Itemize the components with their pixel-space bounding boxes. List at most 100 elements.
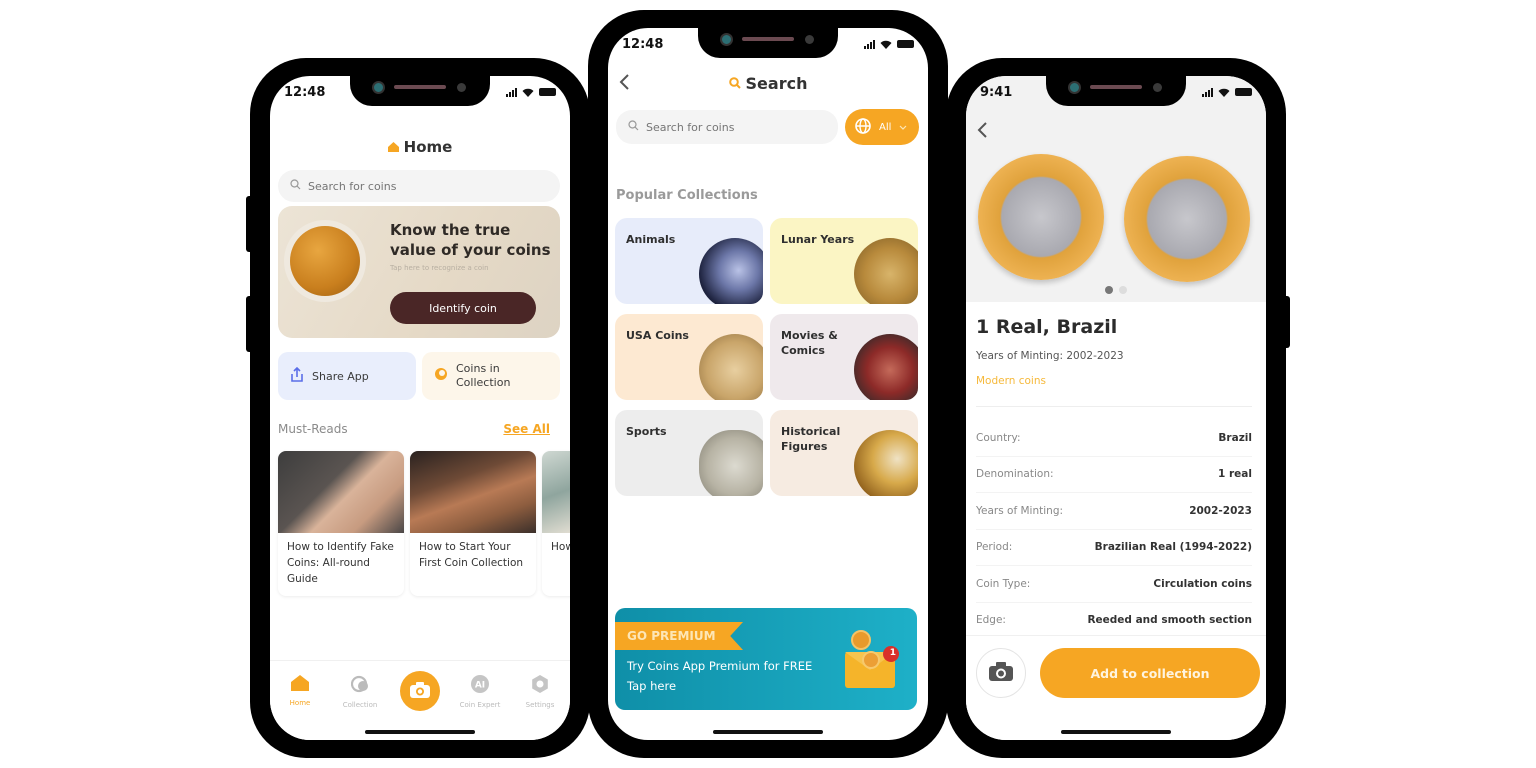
home-icon [291, 675, 309, 693]
search-screen: 12:48 Search All [608, 28, 928, 740]
gold-coin-image [290, 226, 360, 296]
collection-lunar-years[interactable]: Lunar Years [770, 218, 918, 304]
article-image [410, 451, 536, 533]
coin-properties: Country: Brazil Denomination: 1 real Years… [976, 420, 1252, 639]
envelope-coins-icon: 1 [841, 630, 903, 688]
premium-ribbon: GO PREMIUM [615, 622, 743, 650]
coin-obverse-image [978, 154, 1104, 280]
ai-icon: AI [471, 675, 489, 695]
home-indicator [1061, 730, 1171, 734]
signal-icon [506, 87, 517, 97]
carousel-dot[interactable] [1119, 286, 1127, 294]
camera-button[interactable] [400, 671, 440, 711]
camera-icon [989, 661, 1013, 685]
tab-camera[interactable] [392, 671, 448, 711]
phone-coin-detail: 9:41 1 Real, Brazil Years of Minting: 20… [946, 58, 1290, 758]
tab-settings[interactable]: Settings [512, 675, 568, 709]
page-title: Search [608, 74, 928, 93]
svg-text:AI: AI [475, 681, 485, 691]
volume-down-button [246, 296, 254, 352]
article-image [542, 451, 570, 533]
notification-badge: 1 [889, 648, 896, 658]
add-to-collection-button[interactable]: Add to collection [1040, 648, 1260, 698]
share-icon [290, 366, 304, 386]
banner-heading: Know the true value of your coins [390, 221, 551, 259]
phone-home: 12:48 Home Know the true value of your c… [246, 58, 590, 758]
article-image [278, 451, 404, 533]
premium-text: Try Coins App Premium for FREE Tap here [627, 659, 813, 693]
must-reads-list: How to Identify Fake Coins: All-round Gu… [278, 451, 570, 596]
article-card[interactable]: How to Start Your First Coin Collection [410, 451, 536, 596]
region-filter-dropdown[interactable]: All [845, 109, 919, 145]
article-card[interactable]: How to w... a c... [542, 451, 570, 596]
app-showcase: 12:48 Home Know the true value of your c… [0, 0, 1536, 768]
search-icon [728, 74, 741, 93]
carousel-dot-active[interactable] [1105, 286, 1113, 294]
chevron-down-icon [899, 122, 907, 133]
coin-category-tag[interactable]: Modern coins [976, 375, 1046, 387]
bottom-tab-bar: Home Collection AI Coin Expert Settings [270, 660, 570, 740]
popular-collections-title: Popular Collections [616, 188, 758, 203]
search-bar[interactable] [278, 170, 560, 202]
collection-sports[interactable]: Sports [615, 410, 763, 496]
tab-coin-expert[interactable]: AI Coin Expert [452, 675, 508, 709]
signal-icon [1202, 87, 1213, 97]
phone-search: 12:48 Search All [588, 10, 948, 758]
banner-subtitle: Tap here to recognize a coin [390, 264, 489, 272]
page-title: Home [270, 138, 570, 156]
search-bar[interactable] [616, 110, 838, 144]
home-indicator [365, 730, 475, 734]
coin-reverse-image [1124, 156, 1250, 282]
back-button[interactable] [976, 120, 988, 145]
search-icon [290, 179, 301, 193]
search-input[interactable] [308, 179, 458, 193]
home-indicator [713, 730, 823, 734]
home-screen: 12:48 Home Know the true value of your c… [270, 76, 570, 740]
volume-up-button [246, 196, 254, 252]
status-time: 12:48 [622, 36, 664, 52]
collection-usa-coins[interactable]: USA Coins [615, 314, 763, 400]
coin-gallery[interactable] [966, 76, 1266, 302]
home-icon [387, 138, 399, 156]
status-time: 9:41 [980, 84, 1013, 100]
wifi-icon [1218, 88, 1230, 97]
collection-historical-figures[interactable]: Historical Figures [770, 410, 918, 496]
coin-title: 1 Real, Brazil [976, 316, 1118, 338]
globe-icon [855, 117, 871, 137]
wifi-icon [880, 40, 892, 49]
status-bar: 12:48 [622, 34, 914, 54]
must-reads-title: Must-Reads [278, 422, 348, 436]
tab-home[interactable]: Home [272, 675, 328, 707]
property-row: Country: Brazil [976, 420, 1252, 457]
detail-screen: 9:41 1 Real, Brazil Years of Minting: 20… [966, 76, 1266, 740]
coin-image [854, 238, 918, 304]
chevron-left-icon [976, 120, 988, 145]
identify-coin-button[interactable]: Identify coin [390, 292, 536, 324]
battery-icon [1235, 88, 1252, 96]
battery-icon [897, 40, 914, 48]
property-row: Denomination: 1 real [976, 457, 1252, 493]
premium-banner[interactable]: GO PREMIUM Try Coins App Premium for FRE… [615, 608, 917, 710]
property-row: Coin Type: Circulation coins [976, 566, 1252, 603]
bottom-actions: Add to collection [966, 635, 1266, 740]
coin-image [699, 430, 763, 496]
article-card[interactable]: How to Identify Fake Coins: All-round Gu… [278, 451, 404, 596]
tab-collection[interactable]: Collection [332, 675, 388, 709]
collections-grid: Animals Lunar Years USA Coins Movies & C… [615, 218, 918, 496]
camera-icon [410, 682, 430, 700]
share-app-button[interactable]: Share App [278, 352, 416, 400]
collection-movies-comics[interactable]: Movies & Comics [770, 314, 918, 400]
identify-banner[interactable]: Know the true value of your coins Tap he… [278, 206, 560, 338]
search-input[interactable] [646, 120, 796, 134]
divider [976, 406, 1252, 407]
see-all-link[interactable]: See All [503, 422, 550, 436]
camera-button[interactable] [976, 648, 1026, 698]
must-reads-header: Must-Reads See All [278, 422, 550, 436]
property-row: Years of Minting: 2002-2023 [976, 493, 1252, 530]
coins-in-collection-button[interactable]: Coins in Collection [422, 352, 560, 400]
collection-animals[interactable]: Animals [615, 218, 763, 304]
battery-icon [539, 88, 556, 96]
signal-icon [864, 39, 875, 49]
coin-image [699, 238, 763, 304]
coins-icon [434, 367, 448, 385]
